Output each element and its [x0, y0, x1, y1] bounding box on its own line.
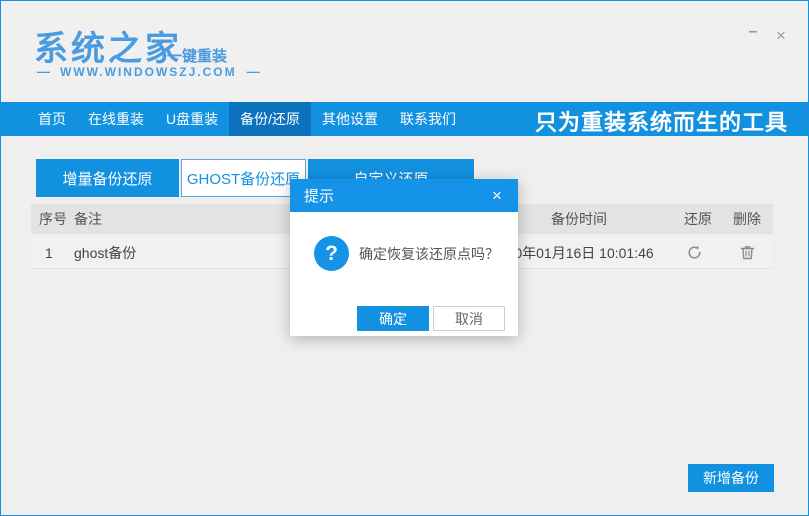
nav-item-contact-us[interactable]: 联系我们 — [389, 102, 467, 136]
dialog-cancel-button[interactable]: 取消 — [433, 306, 505, 331]
add-backup-button[interactable]: 新增备份 — [688, 464, 774, 492]
dialog-close-icon[interactable]: × — [486, 179, 508, 212]
dialog-ok-button[interactable]: 确定 — [357, 306, 429, 331]
nav-item-usb-reinstall[interactable]: U盘重装 — [155, 102, 229, 136]
row-restore-button[interactable] — [686, 237, 703, 268]
nav-item-online-reinstall[interactable]: 在线重装 — [77, 102, 155, 136]
tab-ghost-backup-restore[interactable]: GHOST备份还原 — [181, 159, 306, 197]
close-icon[interactable]: × — [772, 26, 790, 45]
nav-item-home[interactable]: 首页 — [27, 102, 77, 136]
logo-title: 系统之家 — [34, 30, 182, 68]
col-header-backup-time: 备份时间 — [551, 211, 607, 227]
logo-subtitle: 一键重装 — [167, 48, 228, 65]
row-delete-button[interactable] — [739, 237, 756, 268]
dialog-message: 确定恢复该还原点吗？ — [359, 245, 499, 262]
row-note: ghost备份 — [74, 244, 137, 261]
question-icon: ? — [314, 236, 349, 271]
row-index: 1 — [45, 244, 53, 261]
nav-item-backup-restore[interactable]: 备份/还原 — [229, 102, 312, 136]
nav-slogan: 只为重装系统而生的工具 — [534, 110, 788, 135]
trash-icon — [740, 246, 755, 260]
col-header-delete: 删除 — [733, 211, 761, 227]
col-header-index: 序号 — [39, 211, 67, 227]
website-text: WWW.WINDOWSZJ.COM — [60, 64, 237, 79]
app-window: 系统之家 一键重装 — WWW.WINDOWSZJ.COM — – × 首页 在… — [0, 0, 809, 516]
confirm-dialog: 提示 × ? 确定恢复该还原点吗？ 确定 取消 — [290, 179, 518, 336]
tab-incremental-backup-restore[interactable]: 增量备份还原 — [36, 159, 179, 197]
header: 系统之家 一键重装 — WWW.WINDOWSZJ.COM — – × — [1, 1, 808, 102]
nav-item-other-settings[interactable]: 其他设置 — [311, 102, 389, 136]
minimize-icon[interactable]: – — [744, 23, 762, 41]
col-header-note: 备注 — [74, 211, 102, 227]
dash-decor-left: — — [37, 64, 50, 79]
col-header-restore: 还原 — [684, 211, 712, 227]
refresh-icon — [688, 245, 701, 259]
dash-decor-right: — — [246, 64, 260, 79]
dialog-title: 提示 — [304, 188, 335, 205]
website-row: — WWW.WINDOWSZJ.COM — — [37, 64, 260, 79]
dialog-header: 提示 × — [290, 179, 518, 212]
